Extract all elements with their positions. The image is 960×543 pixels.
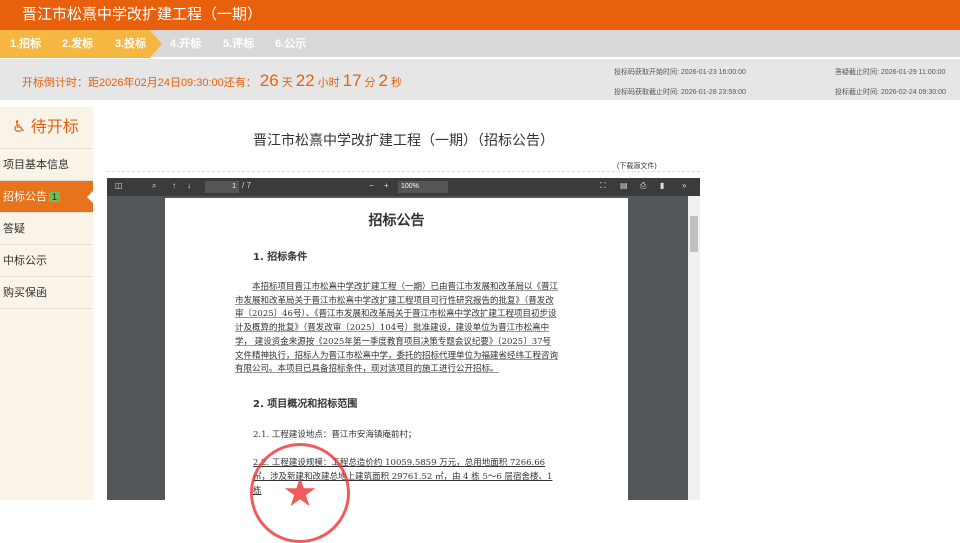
sidebar-item-buy-guarantee[interactable]: 购买保函 [0,277,93,309]
scrollbar-thumb[interactable] [690,216,698,252]
bid-end-time: 投标截止时间: 2026-02-24 09:30:00 [835,89,946,96]
countdown-label: 开标倒计时：距2026年02月24日09:30:00还有： [22,77,257,89]
code-end-time: 投标码获取截止时间: 2026-01-28 23:59:00 [614,89,746,96]
section-heading: 1. 招标条件 [253,252,308,263]
sidebar-item-project-info[interactable]: 项目基本信息 [0,149,93,181]
page-number-input[interactable]: 1 [205,181,239,193]
scrollbar[interactable] [688,196,700,500]
days-unit: 天 [281,77,293,89]
step-1: 1.招标 [10,38,42,50]
page-total: / 7 [242,181,251,190]
days: 26 [259,71,279,90]
countdown-panel: 开标倒计时：距2026年02月24日09:30:00还有： 26 天 22 小时 17 分 2… [0,59,960,100]
bookmark-icon[interactable]: ▮ [660,181,664,190]
seconds: 2 [378,71,388,90]
zoom-in-icon[interactable]: + [384,181,389,190]
sidebar-item-award-notice[interactable]: 中标公示 [0,245,93,277]
search-icon[interactable]: ⌕ [152,181,156,191]
waiting-person-icon: ♿︎ [12,119,27,136]
status-label: 待开标 [30,119,79,136]
step-5: 5.评标 [223,38,255,50]
sidebar-toggle-icon[interactable]: ◫ [115,181,123,190]
pdf-page: 招标公告 1. 招标条件 本招标项目晋江市松熹中学改扩建工程（一期）已由晋江市发… [165,198,628,543]
next-page-icon[interactable]: ↓ [187,181,191,190]
zoom-select[interactable]: 100% [398,181,448,193]
page-title: 晋江市松熹中学改扩建工程（一期）（招标公告） [253,132,554,148]
print-icon[interactable]: ⎙ [640,181,646,191]
sidebar-item-tender-notice[interactable]: 招标公告 1 [0,181,93,213]
sidebar-item-qa[interactable]: 答疑 [0,213,93,245]
zoom-out-icon[interactable]: − [369,181,374,190]
company-seal-stamp: ★ [250,443,350,543]
pdf-toolbar: ◫ ⌕ ↑ ↓ 1 / 7 − + 100% ⛶ ▤ ⎙ ▮ » [107,178,700,196]
hours-unit: 小时 [317,77,340,89]
previous-page-icon[interactable]: ↑ [172,181,176,190]
status-header: ♿︎ 待开标 [0,107,93,149]
step-2: 2.发标 [62,38,94,50]
more-tools-icon[interactable]: » [682,181,686,190]
pdf-viewer: ◫ ⌕ ↑ ↓ 1 / 7 − + 100% ⛶ ▤ ⎙ ▮ » 招标公告 1.… [107,178,700,543]
open-file-icon[interactable]: ▤ [620,181,628,190]
countdown: 开标倒计时：距2026年02月24日09:30:00还有： 26 天 22 小时 17 分 2… [22,71,402,91]
fullscreen-icon[interactable]: ⛶ [600,181,606,191]
hours: 22 [295,71,315,90]
minutes: 17 [342,71,362,90]
paragraph: 2.1. 工程建设地点：晋江市安海镇庵前村； [253,429,417,440]
count-badge: 1 [49,192,61,202]
doc-title: 招标公告 [368,213,425,229]
project-title: 晋江市松熹中学改扩建工程（一期） [0,0,960,30]
progress-steps: 1.招标 2.发标 3.投标 4.开标 5.评标 6.公示 [0,30,960,58]
sidebar-item-label: 招标公告 [3,191,47,203]
seconds-unit: 秒 [391,77,402,89]
section-heading: 2. 项目概况和招标范围 [253,398,358,410]
step-4: 4.开标 [170,38,202,50]
step-6: 6.公示 [275,38,307,50]
sidebar: ♿︎ 待开标 项目基本信息 招标公告 1 答疑 中标公示 购买保函 [0,107,93,500]
divider [107,171,700,172]
paragraph: 本招标项目晋江市松熹中学改扩建工程（一期）已由晋江市发展和改革局以《晋江市发展和… [235,282,559,375]
code-start-time: 投标码获取开始时间: 2026-01-23 16:00:00 [614,69,746,76]
qa-end-time: 答疑截止时间: 2026-01-29 11:00:00 [835,69,946,76]
download-source-link[interactable]: (下载源文件) [617,161,657,171]
step-3: 3.投标 [115,38,147,50]
minutes-unit: 分 [364,77,376,89]
